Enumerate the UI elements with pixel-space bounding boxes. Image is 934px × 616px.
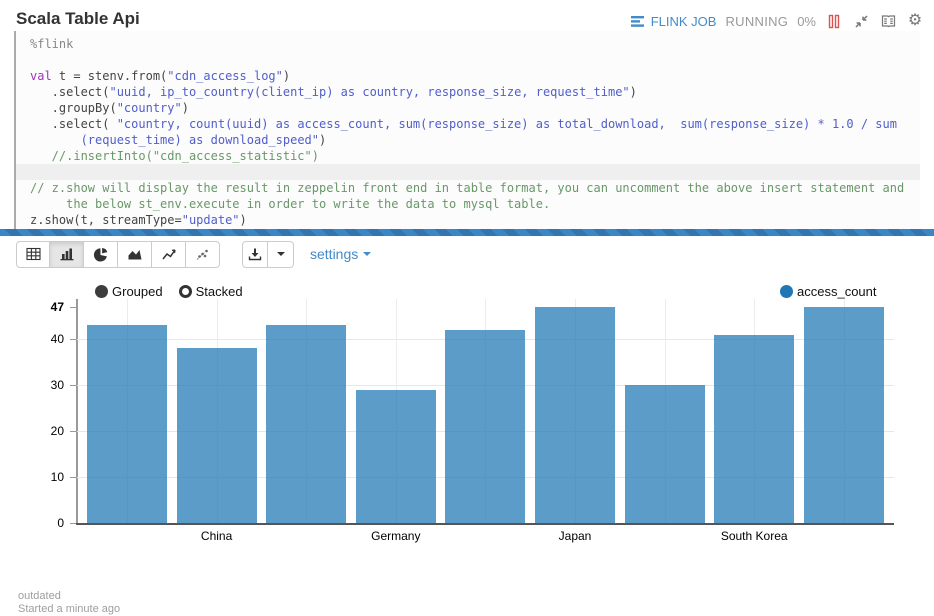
code-line: .select("uuid, ip_to_country(client_ip) … <box>30 84 920 100</box>
code-line: //.insertInto("cdn_access_statistic") <box>30 148 920 164</box>
flink-job-link[interactable]: FLINK JOB <box>629 12 717 30</box>
table-view-button[interactable] <box>16 241 50 268</box>
grouped-label: Grouped <box>112 284 163 299</box>
flink-job-label: FLINK JOB <box>651 14 717 29</box>
caret-down-icon <box>277 252 285 256</box>
zeppelin-paragraph: Scala Table Api FLINK JOB RUNNING 0% <box>0 0 934 616</box>
bar-access_count[interactable] <box>804 307 884 523</box>
code-line <box>16 164 920 180</box>
y-tick-label: 20 <box>14 424 64 438</box>
settings-label: settings <box>310 246 358 262</box>
series-legend[interactable]: access_count <box>780 284 877 299</box>
code-token: ) <box>319 133 326 147</box>
caret-down-icon <box>363 252 371 256</box>
stacked-label: Stacked <box>196 284 243 299</box>
y-axis: 01020304047 <box>0 299 76 525</box>
code-token: .groupBy( <box>30 101 117 115</box>
settings-toggle[interactable]: settings <box>310 246 371 262</box>
code-line: (request_time) as download_speed") <box>30 132 920 148</box>
code-token: ) <box>283 69 290 83</box>
status-text: RUNNING <box>725 14 788 29</box>
group-mode-legend: Grouped Stacked <box>95 284 243 299</box>
code-token: (request_time) as download_speed" <box>81 133 319 147</box>
bar-access_count[interactable] <box>535 307 615 523</box>
code-line: z.show(t, streamType="update") <box>30 212 920 228</box>
x-tick-label: South Korea <box>714 529 794 543</box>
code-token: "country, count(uuid) as access_count, s… <box>117 117 897 131</box>
gear-icon[interactable]: ⚙ <box>906 12 924 30</box>
x-tick-label: China <box>177 529 257 543</box>
pause-icon[interactable] <box>825 12 843 30</box>
paragraph-progress-bar <box>0 229 934 236</box>
code-line: %flink <box>30 36 920 52</box>
code-token: %flink <box>30 37 73 51</box>
line-chart-button[interactable] <box>152 241 186 268</box>
clone-note-icon[interactable] <box>879 12 897 30</box>
grouped-radio-icon <box>95 285 108 298</box>
y-tick-label: 0 <box>14 516 64 530</box>
code-token: val <box>30 69 52 83</box>
series-dot-icon <box>780 285 793 298</box>
progress-percent: 0% <box>797 14 816 29</box>
series-label: access_count <box>797 284 877 299</box>
code-token: //.insertInto("cdn_access_statistic") <box>30 149 319 163</box>
bar-access_count[interactable] <box>714 335 794 523</box>
code-token: ) <box>630 85 637 99</box>
code-token: z.show(t, streamType= <box>30 213 182 227</box>
code-token: the below st_env.execute in order to wri… <box>30 197 550 211</box>
code-line: .groupBy("country") <box>30 100 920 116</box>
code-line: val t = stenv.from("cdn_access_log") <box>30 68 920 84</box>
code-token: "cdn_access_log" <box>167 69 283 83</box>
paragraph-controls: FLINK JOB RUNNING 0% ⚙ <box>629 12 924 30</box>
code-token: t = stenv.from( <box>52 69 168 83</box>
stacked-option[interactable]: Stacked <box>179 284 243 299</box>
paragraph-status: outdated <box>18 590 61 602</box>
grouped-option[interactable]: Grouped <box>95 284 163 299</box>
download-buttons <box>242 241 294 268</box>
code-token: // z.show will display the result in zep… <box>30 181 904 195</box>
stacked-radio-icon <box>179 285 192 298</box>
collapse-icon[interactable] <box>852 12 870 30</box>
code-token: "update" <box>182 213 240 227</box>
code-line: .select( "country, count(uuid) as access… <box>30 116 920 132</box>
y-tick-label: 40 <box>14 332 64 346</box>
bar-chart-button[interactable] <box>50 241 84 268</box>
bar-access_count[interactable] <box>625 385 705 523</box>
scatter-chart-button[interactable] <box>186 241 220 268</box>
code-line: the below st_env.execute in order to wri… <box>30 196 920 212</box>
paragraph-title: Scala Table Api <box>16 9 140 29</box>
x-tick-label: Germany <box>356 529 436 543</box>
code-token: "country" <box>117 101 182 115</box>
code-editor[interactable]: %flink val t = stenv.from("cdn_access_lo… <box>14 31 920 229</box>
code-line: // z.show will display the result in zep… <box>30 180 920 196</box>
bar-access_count[interactable] <box>87 325 167 523</box>
y-tick-label: 30 <box>14 378 64 392</box>
download-button[interactable] <box>242 241 268 268</box>
pie-chart-button[interactable] <box>84 241 118 268</box>
download-dropdown-button[interactable] <box>268 241 294 268</box>
bar-access_count[interactable] <box>177 348 257 523</box>
y-tick-label: 47 <box>14 300 64 314</box>
chart-type-buttons <box>16 241 220 268</box>
bar-access_count[interactable] <box>445 330 525 523</box>
code-token: "uuid, ip_to_country(client_ip) as count… <box>109 85 629 99</box>
code-token: ) <box>182 101 189 115</box>
flink-job-icon <box>629 12 647 30</box>
code-token <box>30 133 81 147</box>
chart-plot: ChinaGermanyJapanSouth Korea <box>76 299 896 523</box>
y-tick-label: 10 <box>14 470 64 484</box>
paragraph-started: Started a minute ago <box>18 603 120 615</box>
code-token: .select( <box>30 117 117 131</box>
x-axis-line <box>76 523 894 525</box>
bar-access_count[interactable] <box>356 390 436 523</box>
area-chart-button[interactable] <box>118 241 152 268</box>
code-line <box>30 52 920 68</box>
code-token: ) <box>240 213 247 227</box>
code-token: .select( <box>30 85 109 99</box>
result-toolbar: settings <box>16 240 371 268</box>
x-tick-label: Japan <box>535 529 615 543</box>
bar-access_count[interactable] <box>266 325 346 523</box>
